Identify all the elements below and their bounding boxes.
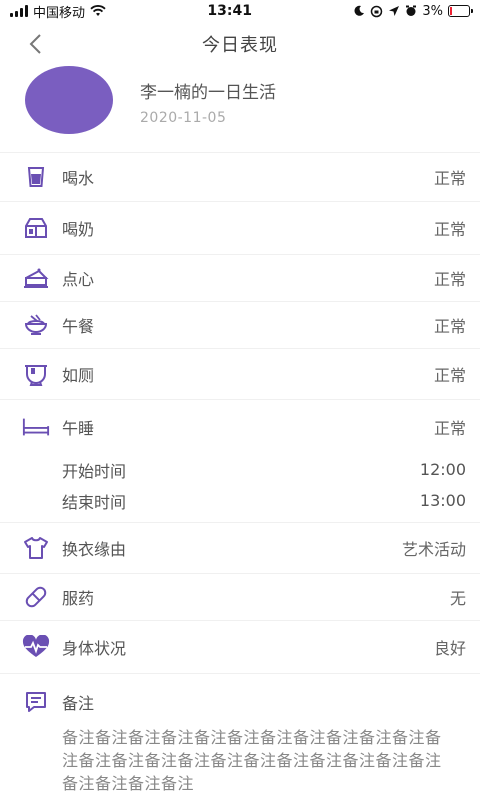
- nap-end-label: 结束时间: [62, 492, 127, 512]
- row-health: 身体状况 良好: [0, 620, 480, 673]
- row-value: 正常: [433, 220, 466, 239]
- signal-icon: [10, 5, 28, 17]
- nap-start-value: 12:00: [419, 460, 466, 479]
- note-icon: [22, 688, 50, 716]
- row-milk: 喝奶 正常: [0, 201, 480, 254]
- moon-icon: [354, 5, 365, 16]
- location-icon: [389, 6, 400, 16]
- heartbeat-icon: [22, 633, 50, 661]
- row-medicine: 服药 无: [0, 573, 480, 620]
- note-label: 备注: [62, 694, 95, 713]
- profile-name: 李一楠的一日生活: [140, 83, 276, 103]
- lock-rotation-icon: [371, 5, 383, 17]
- milk-icon: [22, 214, 50, 242]
- row-label: 点心: [62, 270, 95, 289]
- bed-icon: [22, 413, 50, 441]
- row-label: 身体状况: [62, 639, 127, 658]
- row-label: 午睡: [62, 419, 95, 438]
- alarm-icon: [406, 5, 417, 16]
- nap-end-row: 结束时间 13:00: [0, 485, 480, 516]
- pill-icon: [22, 583, 50, 611]
- battery-percent: 3%: [422, 3, 443, 19]
- nav-bar: 今日表现: [0, 22, 480, 66]
- back-icon[interactable]: [22, 30, 50, 58]
- row-value: 正常: [433, 419, 466, 438]
- nap-start-label: 开始时间: [62, 461, 127, 481]
- row-value: 艺术活动: [401, 540, 466, 559]
- note-section: 备注 备注备注备注备注备注备注备注备注备注备注备注备注备注备注备注备注备注备注备…: [0, 673, 480, 795]
- row-value: 正常: [433, 317, 466, 336]
- row-value: 正常: [433, 169, 466, 188]
- potty-icon: [22, 360, 50, 388]
- shirt-icon: [22, 534, 50, 562]
- cake-icon: [22, 264, 50, 292]
- row-change-clothes: 换衣缘由 艺术活动: [0, 522, 480, 573]
- page-title: 今日表现: [202, 35, 278, 56]
- row-lunch: 午餐 正常: [0, 301, 480, 348]
- row-label: 如厕: [62, 366, 95, 385]
- row-label: 服药: [62, 589, 95, 608]
- row-label: 午餐: [62, 317, 95, 336]
- row-label: 喝水: [62, 169, 95, 188]
- battery-icon: [448, 5, 473, 17]
- wifi-icon: [90, 5, 106, 16]
- profile-date: 2020-11-05: [140, 110, 227, 126]
- carrier-label: 中国移动: [33, 5, 86, 21]
- cup-icon: [22, 163, 50, 191]
- status-bar: 中国移动 13:41 3%: [0, 0, 480, 22]
- row-toilet: 如厕 正常: [0, 348, 480, 399]
- row-value: 良好: [433, 639, 466, 658]
- row-nap: 午睡 正常: [0, 399, 480, 454]
- row-snack: 点心 正常: [0, 254, 480, 301]
- row-value: 正常: [433, 270, 466, 289]
- avatar: [25, 66, 113, 134]
- row-water: 喝水 正常: [0, 152, 480, 201]
- clock: 13:41: [207, 3, 252, 19]
- bowl-icon: [22, 311, 50, 339]
- row-label: 换衣缘由: [62, 540, 127, 559]
- nap-start-row: 开始时间 12:00: [0, 454, 480, 485]
- row-value: 正常: [433, 366, 466, 385]
- note-text: 备注备注备注备注备注备注备注备注备注备注备注备注备注备注备注备注备注备注备注备注…: [62, 728, 442, 793]
- row-label: 喝奶: [62, 220, 95, 239]
- row-value: 无: [449, 589, 466, 608]
- profile-card: 李一楠的一日生活 2020-11-05: [0, 66, 480, 152]
- nap-end-value: 13:00: [419, 491, 466, 510]
